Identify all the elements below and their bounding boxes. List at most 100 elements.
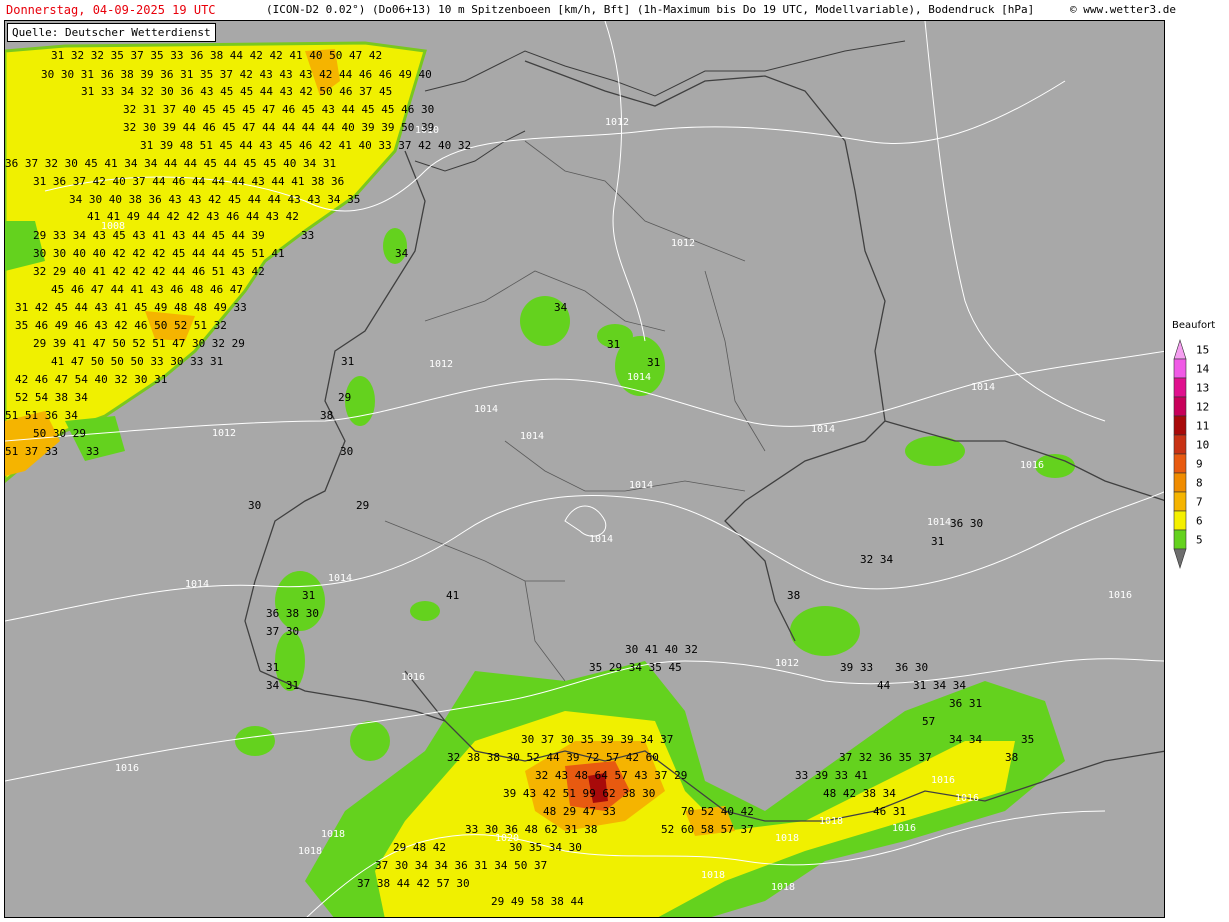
legend-swatch-6 [1173, 510, 1187, 531]
gust-value: 44 [877, 679, 891, 692]
gust-value: 37 30 [266, 625, 299, 638]
legend-label-11: 11 [1196, 420, 1209, 433]
legend-label-13: 13 [1196, 382, 1209, 395]
isobar-label: 1014 [474, 404, 498, 415]
gust-value: 38 [787, 589, 800, 602]
gust-value: 31 [931, 535, 944, 548]
forecast-date-time: Donnerstag, 04-09-2025 19 UTC [6, 3, 216, 17]
legend-swatch-5 [1173, 529, 1187, 550]
isobar-label: 1014 [927, 517, 951, 528]
isobar-label: 1012 [775, 658, 799, 669]
gust-row: 29 33 34 43 45 43 41 43 44 45 44 39 [33, 229, 265, 242]
gust-value: 36 30 [950, 517, 983, 530]
gust-value: 34 [554, 301, 568, 314]
legend-swatch-9 [1173, 453, 1187, 474]
legend-label-5: 5 [1196, 534, 1203, 547]
legend-label-12: 12 [1196, 401, 1209, 414]
gust-row: 34 30 40 38 36 43 43 42 45 44 44 43 43 3… [69, 193, 360, 206]
gust-row: 31 33 34 32 30 36 43 45 45 44 43 42 50 4… [81, 85, 392, 98]
isobar-label: 1016 [955, 793, 979, 804]
gust-value: 38 [320, 409, 333, 422]
legend-swatch-15 [1173, 339, 1187, 360]
header-bar: Donnerstag, 04-09-2025 19 UTC (ICON-D2 0… [0, 0, 1229, 20]
gust-value: 35 [1021, 733, 1034, 746]
gust-row: 41 47 50 50 50 33 30 33 31 [51, 355, 223, 368]
gust-value: 33 30 36 48 62 31 38 [465, 823, 597, 836]
legend-label-15: 15 [1196, 344, 1209, 357]
gust-row: 31 39 48 51 45 44 43 45 46 42 41 40 33 3… [140, 139, 471, 152]
legend-swatch-10 [1173, 434, 1187, 455]
site-name: www.wetter3.de [1083, 3, 1176, 16]
gust-row: 31 36 37 42 40 37 44 46 44 44 44 43 44 4… [33, 175, 344, 188]
isobar-label: 1016 [401, 672, 425, 683]
gust-row: 42 46 47 54 40 32 30 31 [15, 373, 167, 386]
legend-swatch-below [1173, 548, 1187, 569]
gust-value: 37 38 44 42 57 30 [357, 877, 470, 890]
legend-scale: 15 14 13 12 11 10 9 8 7 6 5 [1173, 339, 1210, 569]
gust-value: 34 34 [949, 733, 982, 746]
gust-value: 30 [340, 445, 353, 458]
isobar-label: 1016 [892, 823, 916, 834]
gust-value: 33 [86, 445, 99, 458]
isobar-label: 1014 [627, 372, 651, 383]
gust-value: 38 [1005, 751, 1018, 764]
isobar-label: 1018 [819, 816, 843, 827]
gust-value: 32 43 48 64 57 43 37 29 [535, 769, 687, 782]
gust-value: 31 [607, 338, 620, 351]
legend-label-14: 14 [1196, 363, 1210, 376]
isobar-label: 1018 [775, 833, 799, 844]
weather-map: Quelle: Deutscher Wetterdienst 1008 1010… [4, 20, 1165, 918]
gust-row: 35 46 49 46 43 42 46 50 52 51 32 [15, 319, 227, 332]
gust-row: 51 51 36 34 [5, 409, 78, 422]
isobar-label: 1018 [298, 846, 322, 857]
gust-row: 32 31 37 40 45 45 45 47 46 45 43 44 45 4… [123, 103, 434, 116]
gust-value: 41 [446, 589, 459, 602]
isobar-label: 1014 [185, 579, 209, 590]
gust-value: 48 42 38 34 [823, 787, 896, 800]
gust-value: 70 52 40 42 [681, 805, 754, 818]
gust-value: 29 [338, 391, 351, 404]
gust-row: 51 37 33 [5, 445, 58, 458]
isobar-label: 1012 [605, 117, 629, 128]
map-graphics: 1008 1010 1012 1012 1012 1012 1012 1014 … [5, 21, 1164, 917]
legend-swatch-12 [1173, 396, 1187, 417]
gust-row: 30 30 40 40 42 42 42 45 44 44 45 51 41 [33, 247, 285, 260]
gust-value: 36 30 [895, 661, 928, 674]
gust-value: 39 43 42 51 99 62 38 30 [503, 787, 655, 800]
legend-label-6: 6 [1196, 515, 1203, 528]
gust-value: 32 38 38 30 52 44 39 72 57 42 60 [447, 751, 659, 764]
model-description: (ICON-D2 0.02°) (Do06+13) 10 m Spitzenbo… [266, 3, 1035, 16]
legend-label-7: 7 [1196, 496, 1203, 509]
gust-value: 30 [248, 499, 261, 512]
isobar-label: 1018 [701, 870, 725, 881]
legend-label-9: 9 [1196, 458, 1203, 471]
gust-row: 50 30 29 [33, 427, 86, 440]
isobar-label: 1014 [971, 382, 995, 393]
gust-value: 37 30 34 34 36 31 34 50 37 [375, 859, 547, 872]
isobar-label: 1012 [671, 238, 695, 249]
isobar-label: 1014 [811, 424, 835, 435]
isobar-label: 1012 [212, 428, 236, 439]
gust-value: 29 [356, 499, 369, 512]
legend-swatch-7 [1173, 491, 1187, 512]
gust-value: 30 41 40 32 [625, 643, 698, 656]
isobar-label: 1014 [520, 431, 544, 442]
legend-swatch-11 [1173, 415, 1187, 436]
gust-value: 31 [302, 589, 315, 602]
gust-value: 36 31 [949, 697, 982, 710]
gust-row: 32 29 40 41 42 42 42 44 46 51 43 42 [33, 265, 265, 278]
site-credit[interactable]: © www.wetter3.de [1070, 3, 1176, 16]
gust-value: 52 60 58 57 37 [661, 823, 754, 836]
gust-value: 31 34 34 [913, 679, 966, 692]
gust-value: 30 35 34 30 [509, 841, 582, 854]
gust-value: 37 32 36 35 37 [839, 751, 932, 764]
gust-value: 34 [395, 247, 409, 260]
gust-value: 31 [647, 356, 660, 369]
beaufort-legend: Beaufort 15 14 13 12 11 10 9 8 7 6 5 [1168, 320, 1228, 580]
isobar-label: 1016 [115, 763, 139, 774]
gust-row: 45 46 47 44 41 43 46 48 46 47 [51, 283, 243, 296]
gust-value: 48 29 47 33 [543, 805, 616, 818]
legend-label-8: 8 [1196, 477, 1203, 490]
gust-row: 36 37 32 30 45 41 34 34 44 44 45 44 45 4… [5, 157, 336, 170]
legend-swatch-14 [1173, 358, 1187, 379]
